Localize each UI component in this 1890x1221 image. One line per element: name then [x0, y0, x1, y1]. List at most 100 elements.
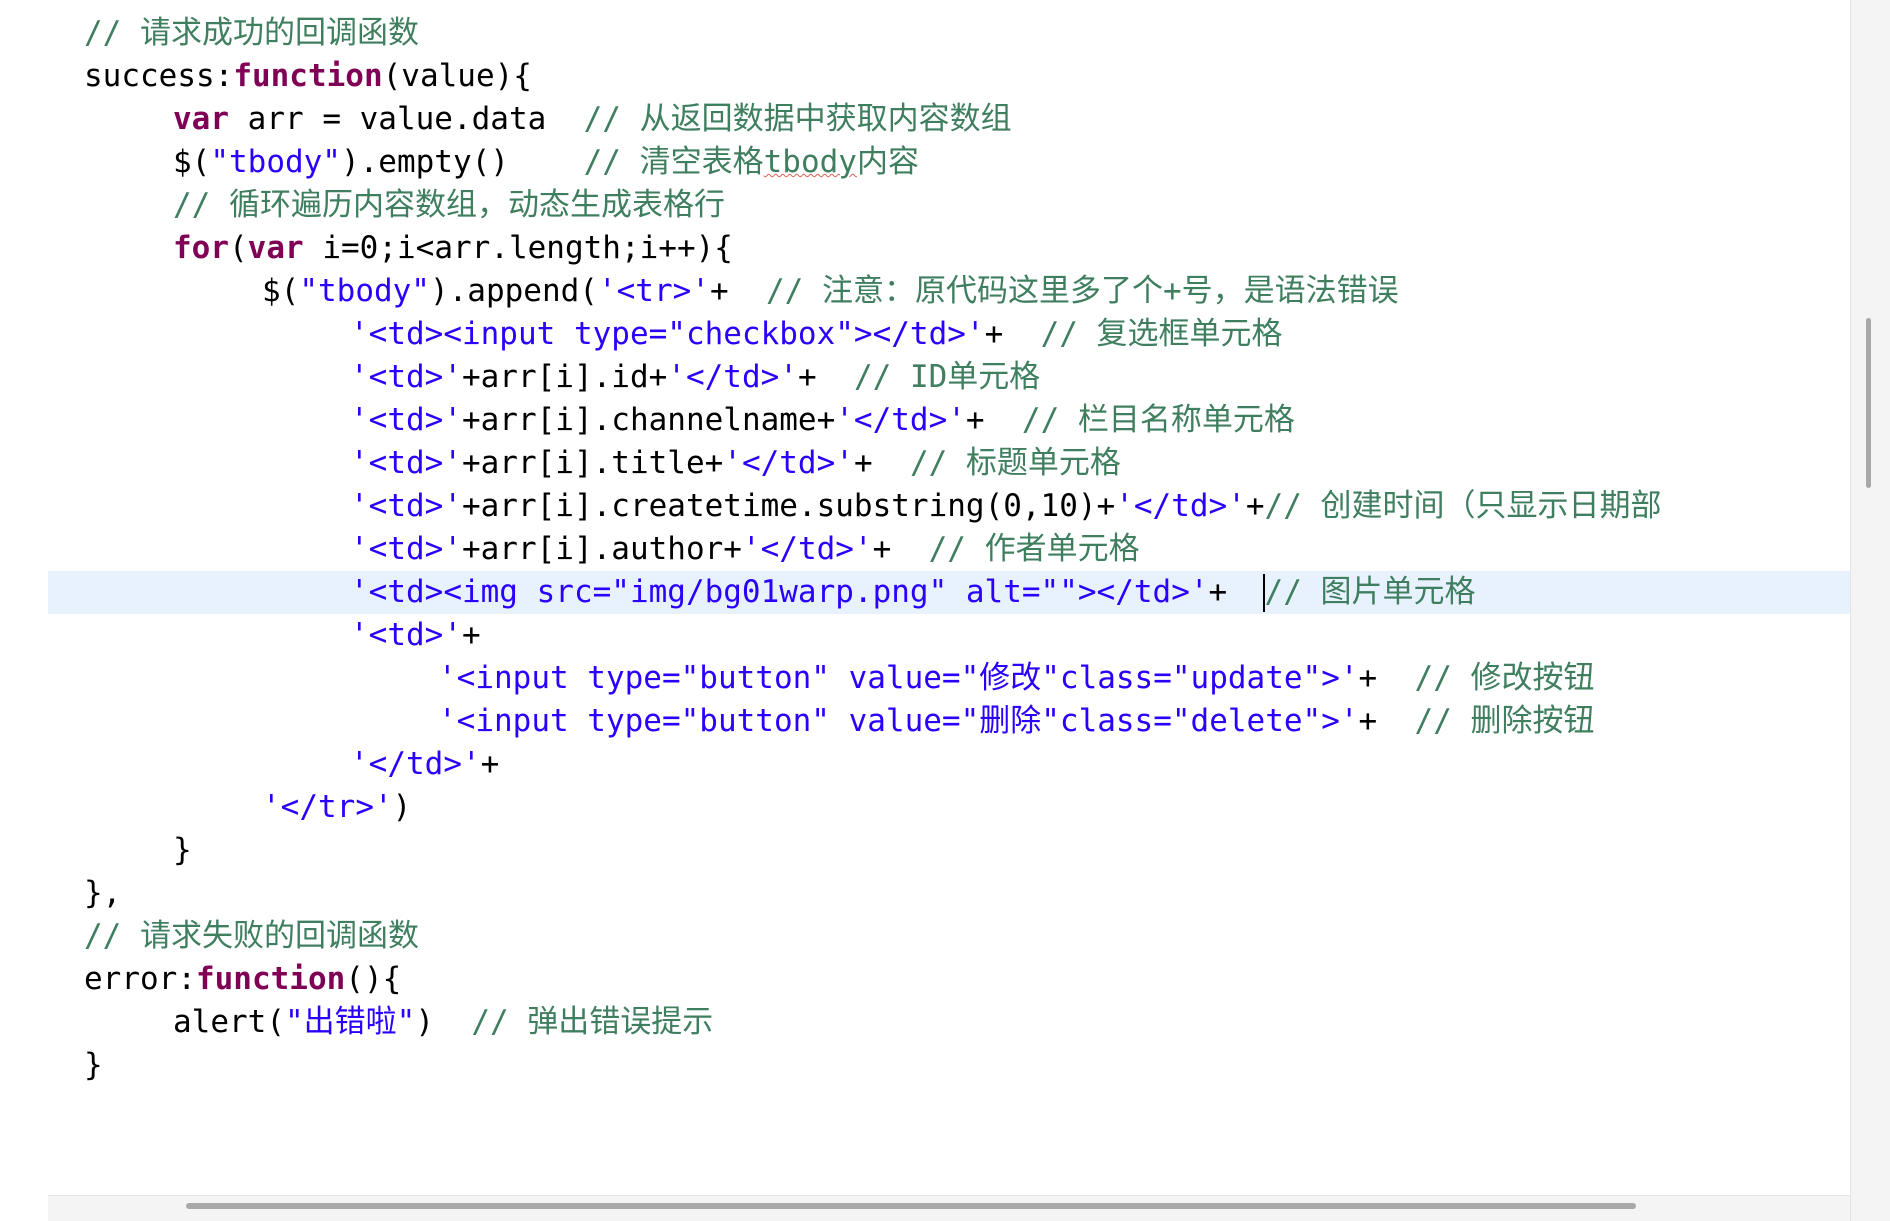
- code-line-text: '<td>'+: [350, 614, 481, 657]
- code-token: arr = value.data: [229, 101, 584, 137]
- code-line-text: // 请求成功的回调函数: [84, 12, 419, 55]
- code-line[interactable]: 69},: [48, 872, 1850, 915]
- code-comment: // 复选框单元格: [1040, 316, 1283, 352]
- code-string: '<td><input type="checkbox"></td>': [350, 316, 985, 352]
- code-token: +: [1358, 660, 1415, 696]
- code-comment: // 修改按钮: [1414, 660, 1595, 696]
- code-token: +: [480, 746, 500, 782]
- code-keyword: for: [173, 230, 229, 266]
- code-token: +arr[i].title+: [461, 445, 724, 481]
- code-line[interactable]: 53// 循环遍历内容数组，动态生成表格行: [48, 184, 1850, 227]
- text-cursor: [1262, 574, 1265, 612]
- code-string: '<td><img src="img/bg01warp.png" alt="">…: [350, 574, 1209, 610]
- code-keyword: var: [247, 230, 304, 266]
- code-token: },: [84, 875, 122, 911]
- code-line[interactable]: 61'<td>'+arr[i].author+'</td>'+ // 作者单元格: [48, 528, 1850, 571]
- code-string: "tbody": [210, 144, 341, 180]
- code-line[interactable]: 55$("tbody").append('<tr>'+ // 注意：原代码这里多…: [48, 270, 1850, 313]
- code-line[interactable]: 74: [48, 1087, 1850, 1130]
- code-string: '</tr>': [262, 789, 393, 825]
- horizontal-scrollbar-thumb[interactable]: [186, 1203, 1636, 1209]
- code-token: +: [853, 445, 910, 481]
- code-token: +: [797, 359, 854, 395]
- code-string: '<td>': [350, 488, 462, 524]
- code-token: error:: [84, 961, 196, 997]
- code-token: (value){: [382, 58, 532, 94]
- code-line[interactable]: 52$("tbody").empty() // 清空表格tbody内容: [48, 141, 1850, 184]
- code-line-text: '<input type="button" value="删除"class="d…: [438, 700, 1595, 743]
- code-token: ): [415, 1004, 472, 1040]
- code-line-text: $("tbody").empty() // 清空表格tbody内容: [173, 141, 919, 184]
- code-comment: // 请求失败的回调函数: [84, 918, 419, 954]
- code-token: +: [872, 531, 929, 567]
- code-line[interactable]: 54for(var i=0;i<arr.length;i++){: [48, 227, 1850, 270]
- code-line[interactable]: 67'</tr>'): [48, 786, 1850, 829]
- code-line[interactable]: 60'<td>'+arr[i].createtime.substring(0,1…: [48, 485, 1850, 528]
- code-token: alert(: [173, 1004, 285, 1040]
- code-token: +: [984, 316, 1041, 352]
- code-token: +: [1245, 488, 1265, 524]
- code-line-text: '<td>'+arr[i].createtime.substring(0,10)…: [350, 485, 1662, 528]
- code-line-text: $("tbody").append('<tr>'+ // 注意：原代码这里多了个…: [262, 270, 1399, 313]
- code-line[interactable]: 63'<td>'+: [48, 614, 1850, 657]
- code-editor[interactable]: 49// 请求成功的回调函数50success:function(value){…: [0, 0, 1890, 1221]
- code-string: '<tr>': [597, 273, 710, 309]
- code-line[interactable]: 51var arr = value.data // 从返回数据中获取内容数组: [48, 98, 1850, 141]
- code-token: $(: [173, 144, 211, 180]
- code-line-text: }: [84, 1044, 103, 1087]
- code-token: +arr[i].id+: [461, 359, 668, 395]
- code-token: ).append(: [429, 273, 598, 309]
- code-token: +: [1208, 574, 1265, 610]
- code-line-text: '<input type="button" value="修改"class="u…: [438, 657, 1595, 700]
- code-string: '</td>': [667, 359, 798, 395]
- code-line[interactable]: 75: [48, 1130, 1850, 1173]
- code-line[interactable]: 66'</td>'+: [48, 743, 1850, 786]
- code-string: '<td>': [350, 531, 462, 567]
- code-token: }: [84, 1047, 103, 1083]
- code-line[interactable]: 58'<td>'+arr[i].channelname+'</td>'+ // …: [48, 399, 1850, 442]
- code-comment: // 循环遍历内容数组，动态生成表格行: [173, 187, 725, 223]
- code-line[interactable]: 64'<input type="button" value="修改"class=…: [48, 657, 1850, 700]
- code-keyword: function: [233, 58, 383, 94]
- code-token: (: [229, 230, 248, 266]
- code-line-current[interactable]: 62'<td><img src="img/bg01warp.png" alt="…: [48, 571, 1850, 614]
- code-token: ).empty(): [340, 144, 584, 180]
- code-line-text: for(var i=0;i<arr.length;i++){: [173, 227, 733, 270]
- code-line-text: '<td><img src="img/bg01warp.png" alt="">…: [350, 571, 1476, 614]
- code-comment: // 清空表格: [583, 144, 764, 180]
- code-comment: tbody: [763, 144, 857, 180]
- code-line[interactable]: 72alert("出错啦") // 弹出错误提示: [48, 1001, 1850, 1044]
- code-line-text: '</tr>'): [262, 786, 411, 829]
- code-string: '<input type="button" value="删除"class="d…: [438, 703, 1359, 739]
- code-string: '<td>': [350, 617, 462, 653]
- code-line[interactable]: 70// 请求失败的回调函数: [48, 915, 1850, 958]
- code-token: +: [709, 273, 766, 309]
- code-line[interactable]: 49// 请求成功的回调函数: [48, 12, 1850, 55]
- code-line-text: '<td>'+arr[i].id+'</td>'+ // ID单元格: [350, 356, 1040, 399]
- code-line[interactable]: 65'<input type="button" value="删除"class=…: [48, 700, 1850, 743]
- code-line[interactable]: 56'<td><input type="checkbox"></td>'+ //…: [48, 313, 1850, 356]
- code-token: success:: [84, 58, 234, 94]
- code-line-text: alert("出错啦") // 弹出错误提示: [173, 1001, 713, 1044]
- code-line[interactable]: 73}: [48, 1044, 1850, 1087]
- code-token: ): [392, 789, 412, 825]
- code-token: +arr[i].channelname+: [461, 402, 836, 438]
- code-token: +: [461, 617, 481, 653]
- code-line[interactable]: 68}: [48, 829, 1850, 872]
- code-line[interactable]: 50success:function(value){: [48, 55, 1850, 98]
- code-string: '</td>': [835, 402, 966, 438]
- code-line[interactable]: 71error:function(){: [48, 958, 1850, 1001]
- code-comment: // 创建时间（只显示日期部: [1264, 488, 1662, 524]
- code-token: $(: [262, 273, 300, 309]
- code-token: +arr[i].createtime.substring(0,10)+: [461, 488, 1116, 524]
- vertical-scrollbar-track[interactable]: [1850, 0, 1890, 1221]
- code-comment: // 标题单元格: [909, 445, 1121, 481]
- code-string: '</td>': [1115, 488, 1246, 524]
- code-line[interactable]: 57'<td>'+arr[i].id+'</td>'+ // ID单元格: [48, 356, 1850, 399]
- code-line[interactable]: 59'<td>'+arr[i].title+'</td>'+ // 标题单元格: [48, 442, 1850, 485]
- code-string: '</td>': [350, 746, 481, 782]
- code-text-area[interactable]: 49// 请求成功的回调函数50success:function(value){…: [48, 0, 1850, 1195]
- code-keyword: function: [195, 961, 346, 997]
- vertical-scrollbar-thumb[interactable]: [1866, 318, 1871, 488]
- code-string: "出错啦": [284, 1004, 416, 1040]
